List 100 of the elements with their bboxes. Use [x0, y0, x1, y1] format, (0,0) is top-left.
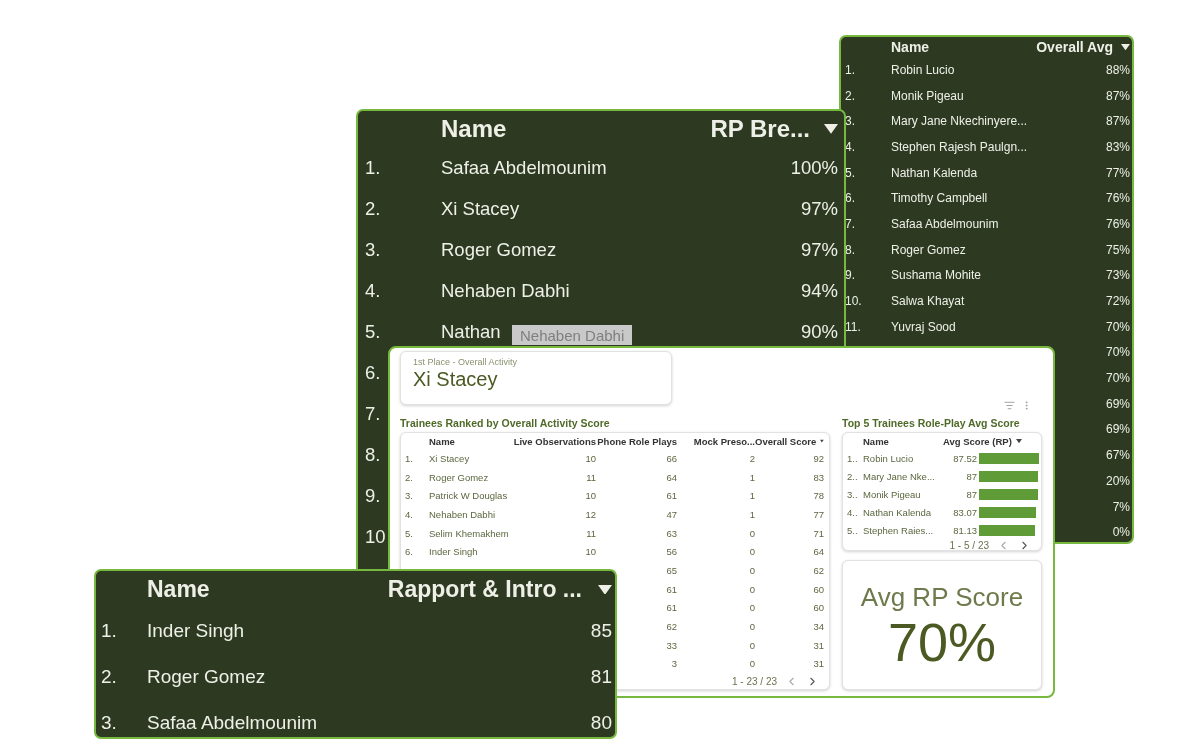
rank-number: 3. [101, 712, 117, 734]
table-cell: 71 [813, 527, 824, 539]
rank-number: 5. [405, 527, 413, 539]
table-cell: 62 [666, 621, 677, 633]
sort-caret-icon[interactable] [598, 584, 612, 595]
table-cell: 65 [666, 564, 677, 576]
trainee-name: Sushama Mohite [891, 268, 982, 283]
trainee-name: Salwa Khayat [891, 294, 965, 309]
column-header[interactable]: Rapport & Intro ... [387, 576, 582, 603]
score-value: 87% [1105, 88, 1130, 103]
table-title: Top 5 Trainees Role-Play Avg Score [842, 417, 1021, 429]
score-value: 80 [590, 712, 612, 734]
rank-number: 1. [405, 452, 413, 464]
table-cell: Stephen Raies... [863, 524, 934, 536]
sort-caret-icon[interactable] [1015, 438, 1022, 444]
score-value: 76% [1105, 216, 1130, 231]
score-value: 87% [1105, 114, 1130, 129]
table-cell: 47 [666, 508, 677, 520]
rank-number: 2. [845, 88, 855, 103]
column-header[interactable]: Live Observations [513, 435, 596, 447]
table-cell: 12 [585, 508, 596, 520]
column-header[interactable]: Avg Score (RP) [943, 435, 1012, 447]
table-cell: 1 [749, 508, 755, 520]
table-cell: 1 [749, 471, 755, 483]
trainee-name: Roger Gomez [441, 238, 557, 261]
score-value: 69% [1105, 396, 1130, 411]
score-value: 70% [1105, 319, 1130, 334]
rank-number: 4.. [847, 506, 858, 518]
column-header[interactable]: Name [863, 435, 889, 447]
table-cell: 81.13 [953, 524, 977, 536]
rank-number: 2. [365, 197, 381, 220]
table-cell: Roger Gomez [429, 471, 489, 483]
tooltip: Nehaben Dabhi [512, 325, 633, 345]
rank-number: 1. [845, 62, 855, 77]
trainee-name: Stephen Rajesh Paulgn... [891, 139, 1028, 154]
sort-caret-icon[interactable] [824, 124, 838, 134]
column-header[interactable]: Name [441, 115, 507, 143]
rank-number: 8. [365, 443, 381, 466]
trainee-name: Roger Gomez [147, 666, 266, 688]
rank-number: 5. [365, 320, 381, 343]
table-cell: 33 [666, 639, 677, 651]
table-cell: 83.07 [953, 506, 977, 518]
table-title: Trainees Ranked by Overall Activity Score [400, 417, 611, 429]
table-cell: Patrick W Douglas [429, 490, 508, 502]
table-cell: 63 [666, 527, 677, 539]
trainee-name: Nathan Kalenda [891, 165, 978, 180]
rank-number: 1. [365, 156, 381, 179]
score-value: 85 [590, 620, 612, 642]
table-cell: 61 [666, 583, 677, 595]
column-header[interactable]: Overall Score [755, 435, 817, 447]
table-cell: 87 [966, 470, 977, 482]
table-cell: 0 [749, 639, 755, 651]
score-value: 72% [1105, 294, 1130, 309]
rank-number: 8. [845, 242, 855, 257]
table-cell: 31 [813, 658, 824, 670]
score-value: 75% [1105, 242, 1130, 257]
column-header[interactable]: Phone Role Plays [597, 435, 677, 447]
score-value: 73% [1105, 268, 1130, 283]
trainee-name: Nathan [441, 320, 501, 343]
table-cell: 78 [813, 490, 824, 502]
trainee-name: Xi Stacey [441, 197, 520, 220]
rank-number: 6. [405, 546, 413, 558]
column-header[interactable]: RP Bre... [710, 115, 810, 143]
table-cell: 61 [666, 490, 677, 502]
table-cell: Monik Pigeau [863, 488, 921, 500]
score-value: 77% [1105, 165, 1130, 180]
score-value: 67% [1105, 448, 1130, 463]
score-value: 94% [800, 279, 838, 302]
rank-number: 7. [365, 402, 381, 425]
trainee-name: Timothy Campbell [891, 191, 988, 206]
sort-caret-icon[interactable] [820, 438, 824, 444]
winner-name: Xi Stacey [413, 368, 499, 391]
column-header[interactable]: Mock Preso... [693, 435, 755, 447]
score-value: 20% [1105, 473, 1130, 488]
column-header[interactable]: Name [429, 435, 455, 447]
column-header[interactable]: Overall Avg [1036, 39, 1113, 55]
rank-number: 5.. [847, 524, 858, 536]
rank-number: 4. [405, 508, 413, 520]
column-header[interactable]: Name [891, 39, 930, 55]
rank-number: 2. [101, 666, 117, 688]
table-cell: 0 [749, 658, 755, 670]
rank-number: 1.. [847, 452, 858, 464]
card-label: 1st Place - Overall Activity [413, 357, 519, 367]
score-value: 0% [1112, 525, 1130, 540]
rank-number: 2. [405, 471, 413, 483]
sort-caret-icon[interactable] [1121, 43, 1130, 51]
table-cell: 10 [585, 452, 596, 464]
table-cell: 77 [813, 508, 824, 520]
table-cell: Selim Khemakhem [429, 527, 509, 539]
column-header[interactable]: Name [147, 576, 210, 603]
trainee-name: Yuvraj Sood [891, 319, 956, 334]
table-cell: 60 [813, 602, 824, 614]
score-value: 70% [1105, 371, 1130, 386]
score-value: 100% [790, 156, 838, 179]
table-cell: Robin Lucio [863, 452, 914, 464]
table-cell: 11 [586, 527, 596, 539]
rank-number: 6. [845, 191, 855, 206]
table-cell: 64 [666, 471, 677, 483]
score-value: 83% [1105, 139, 1130, 154]
rank-number: 9. [845, 268, 855, 283]
